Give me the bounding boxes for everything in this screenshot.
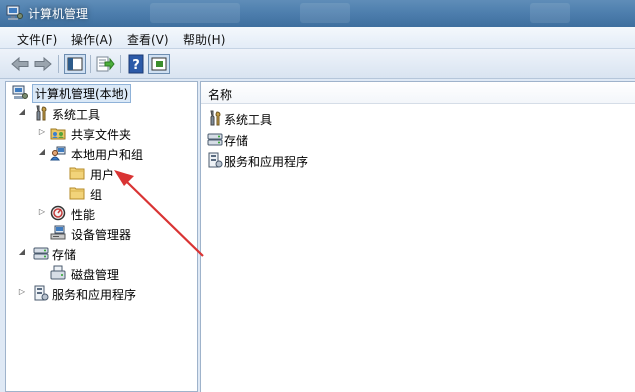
menu-view[interactable]: 查看(V) [127,31,169,48]
collapse-icon[interactable]: ◢ [37,146,47,158]
show-hide-action-pane-icon[interactable] [148,54,170,74]
tree-label: 本地用户和组 [71,148,144,162]
computer-management-icon [6,5,23,20]
services-applications-icon [34,285,49,301]
tree-item-system-tools[interactable]: ◢ 系统工具 [6,104,196,122]
tree-item-groups[interactable]: 组 [6,184,196,202]
title-bar-background-blur [300,3,350,23]
title-bar-background-blur [530,3,570,23]
show-hide-console-tree-icon[interactable] [64,54,86,74]
tree-label: 磁盘管理 [71,268,120,282]
tree-item-device-manager[interactable]: 设备管理器 [6,224,196,242]
tree-label: 系统工具 [52,108,101,122]
folder-icon [69,187,85,200]
computer-management-icon [12,85,28,99]
tree-label: 组 [90,188,103,202]
menu-action[interactable]: 操作(A) [71,31,113,48]
expand-icon[interactable]: ▷ [37,206,47,218]
tools-icon [36,105,47,121]
tree-item-services-apps[interactable]: ▷ 服务和应用程序 [6,284,196,302]
column-header-name[interactable]: 名称 [201,82,635,104]
storage-icon [207,133,223,146]
tree-label: 计算机管理(本地) [32,84,132,103]
list-item-label: 服务和应用程序 [224,155,309,169]
tree-label: 服务和应用程序 [52,288,137,302]
expand-icon[interactable]: ▷ [17,286,27,298]
tree-item-performance[interactable]: ▷ 性能 [6,204,196,222]
column-header-label: 名称 [208,88,233,102]
storage-icon [33,247,49,260]
title-bar: 计算机管理 [0,0,635,27]
export-list-icon[interactable] [95,54,115,74]
services-applications-icon [208,152,223,168]
list-item-label: 存储 [224,134,249,148]
tree-label: 共享文件夹 [71,128,132,142]
tree-label: 性能 [71,208,96,222]
tree-item-disk-management[interactable]: 磁盘管理 [6,264,196,282]
result-list: 名称 系统工具 存储 服务和应用程序 [200,81,635,392]
tools-icon [210,110,221,126]
back-arrow-icon[interactable] [10,54,30,74]
menu-help[interactable]: 帮助(H) [183,31,225,48]
svg-text:?: ? [132,58,140,73]
forward-arrow-icon[interactable] [33,54,53,74]
device-manager-icon [50,225,66,240]
toolbar-separator [120,55,121,73]
menu-file[interactable]: 文件(F) [17,31,57,48]
performance-gauge-icon [50,205,66,221]
tree-label: 存储 [52,248,77,262]
expand-icon[interactable]: ▷ [37,126,47,138]
list-item-label: 系统工具 [224,113,273,127]
console-tree: 计算机管理(本地) ◢ 系统工具 ▷ 共享文件夹 ◢ 本地用户和组 用户 组 ▷… [5,81,198,392]
collapse-icon[interactable]: ◢ [17,246,27,258]
title-bar-background-blur [150,3,240,23]
tree-item-users[interactable]: 用户 [6,164,196,182]
shared-folder-icon [50,128,66,140]
help-icon[interactable]: ? [126,54,146,74]
toolbar: ? [0,49,635,79]
disk-management-icon [50,265,66,280]
users-group-icon [50,146,66,161]
tree-label: 设备管理器 [71,228,132,242]
window-title: 计算机管理 [28,7,89,21]
tree-item-local-users-groups[interactable]: ◢ 本地用户和组 [6,144,196,162]
toolbar-separator [58,55,59,73]
menu-bar: 文件(F) 操作(A) 查看(V) 帮助(H) [0,27,635,49]
toolbar-separator [90,55,91,73]
tree-item-computer-management[interactable]: 计算机管理(本地) [8,84,198,103]
tree-item-shared-folders[interactable]: ▷ 共享文件夹 [6,124,196,142]
tree-label: 用户 [90,168,115,182]
folder-icon [69,167,85,180]
collapse-icon[interactable]: ◢ [17,106,27,118]
tree-item-storage[interactable]: ◢ 存储 [6,244,196,262]
